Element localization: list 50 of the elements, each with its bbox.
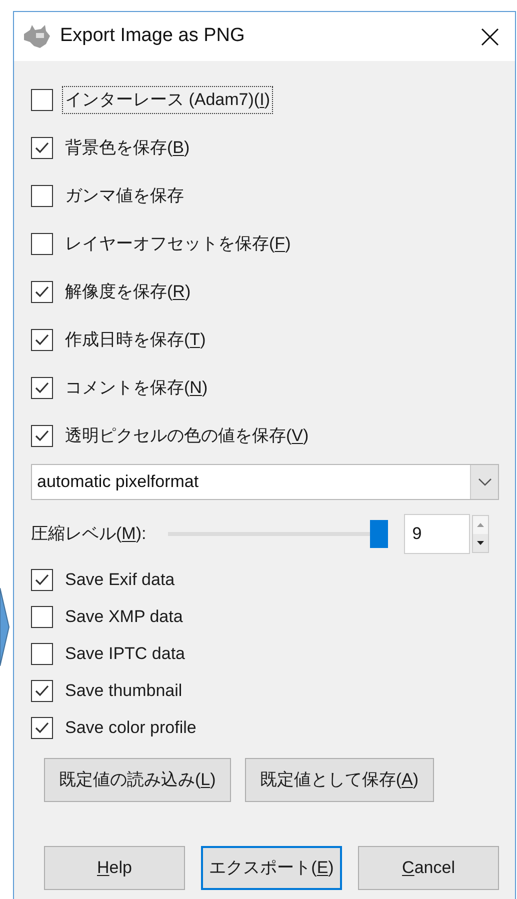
checkbox[interactable]: [31, 680, 53, 702]
dropdown-value: automatic pixelformat: [36, 471, 200, 494]
checkbox[interactable]: [31, 185, 53, 207]
checkbox-label: コメントを保存(N): [64, 377, 209, 400]
dialog-button[interactable]: エクスポート(E): [200, 846, 342, 890]
checkmark-icon: [34, 429, 50, 443]
checkbox-label: インターレース (Adam7)(I): [63, 87, 272, 113]
checkbox[interactable]: [31, 233, 53, 255]
dialog-button[interactable]: Cancel: [358, 846, 499, 890]
checkbox-label: Save Exif data: [64, 568, 176, 591]
checkbox[interactable]: [31, 642, 53, 664]
checkbox[interactable]: [31, 137, 53, 159]
checkbox[interactable]: [31, 377, 53, 399]
checkmark-icon: [34, 381, 50, 395]
checkbox-label: レイヤーオフセットを保存(F): [64, 233, 292, 256]
checkbox-label: Save XMP data: [64, 606, 184, 628]
checkbox[interactable]: [31, 716, 53, 738]
checkmark-icon: [34, 333, 50, 347]
app-icon: [22, 24, 52, 50]
checkbox-label: 作成日時を保存(T): [64, 329, 207, 352]
checkbox-label: Save IPTC data: [64, 642, 186, 665]
dialog-button[interactable]: Help: [44, 846, 185, 890]
dialog-button[interactable]: 既定値として保存(A): [244, 758, 434, 802]
window-title: Export Image as PNG: [60, 24, 246, 48]
checkbox-label: 解像度を保存(R): [64, 281, 192, 304]
checkmark-icon: [34, 141, 50, 155]
checkbox-label: ガンマ値を保存: [64, 185, 185, 208]
slider-thumb[interactable]: [370, 520, 388, 548]
checkbox[interactable]: [31, 606, 53, 628]
checkbox[interactable]: [31, 281, 53, 303]
spin-buttons[interactable]: [472, 515, 490, 553]
checkbox-label: Save thumbnail: [64, 680, 184, 702]
checkbox[interactable]: [31, 425, 53, 447]
compression-label: 圧縮レベル(M):: [31, 523, 146, 546]
checkmark-icon: [34, 285, 50, 299]
checkbox[interactable]: [31, 568, 53, 590]
close-icon: [481, 28, 499, 46]
checkmark-icon: [34, 720, 50, 734]
checkbox-label: 背景色を保存(B): [64, 137, 191, 160]
checkbox[interactable]: [31, 89, 53, 111]
checkbox-label: Save color profile: [64, 716, 198, 739]
checkbox[interactable]: [31, 329, 53, 351]
pixelformat-dropdown[interactable]: automatic pixelformat: [31, 464, 499, 500]
checkmark-icon: [34, 572, 50, 586]
chevron-down-icon: [478, 478, 492, 486]
compression-slider[interactable]: [168, 519, 388, 549]
checkbox-label: 透明ピクセルの色の値を保存(V): [64, 425, 310, 448]
checkmark-icon: [34, 684, 50, 698]
compression-field[interactable]: 9: [404, 514, 470, 554]
dialog-button[interactable]: 既定値の読み込み(L): [44, 758, 231, 802]
